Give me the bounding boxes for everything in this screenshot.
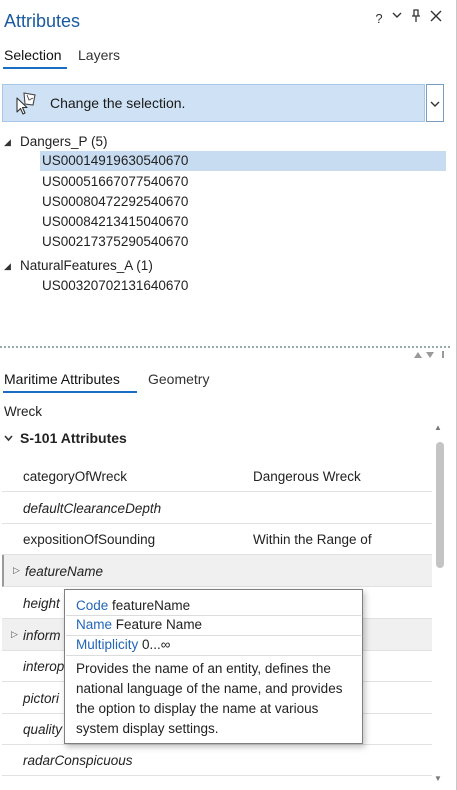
attribute-name: interop [23,659,65,674]
pin-icon [412,9,420,22]
title-bar: Attributes ? [0,0,457,42]
tooltip-name-value: Feature Name [115,617,203,632]
selection-dropdown-button[interactable] [426,84,444,122]
scroll-down-arrow[interactable]: ▼ [434,774,442,783]
attribute-row-radarconspicuous[interactable]: radarConspicuous [2,744,432,776]
tree-item[interactable]: US00320702131640670 [40,276,446,296]
tree-item[interactable]: US00217375290540670 [40,232,446,252]
close-icon [430,10,442,22]
attribute-name: pictori [23,691,60,706]
tree-item[interactable]: US00051667077540670 [40,172,446,192]
tab-geometry[interactable]: Geometry [148,371,209,387]
tooltip-divider [66,655,361,656]
pane-title: Attributes [4,11,81,31]
expand-arrow-icon[interactable]: ▷ [13,565,20,576]
close-button[interactable] [428,10,444,25]
tree-item[interactable]: US00014919630540670 [40,151,446,171]
attribute-name: quality [23,722,63,737]
attribute-row-expositionofsounding[interactable]: expositionOfSounding Within the Range of [2,523,432,555]
tooltip-description: Provides the name of an entity, defines … [76,661,343,736]
chevron-down-icon [392,12,402,18]
tree-item[interactable]: US00084213415040670 [40,212,446,232]
attribute-value[interactable]: Within the Range of [253,532,372,547]
chevron-down-icon [4,435,13,442]
tab-selection-underline [3,67,67,69]
attribute-name: expositionOfSounding [23,532,156,547]
collapse-arrow-icon[interactable]: ◢ [4,261,11,272]
attributes-pane: Attributes ? Selection Layers Change the… [0,0,457,790]
auto-hide-button[interactable] [408,9,424,26]
tab-maritime-attributes[interactable]: Maritime Attributes [4,371,120,387]
splitter-grip [0,346,450,348]
tab-layers[interactable]: Layers [78,47,120,63]
help-button[interactable]: ? [371,11,387,26]
attribute-name: featureName [25,564,104,579]
tooltip-code-value: featureName [112,598,191,613]
tooltip-name-key: Name [76,617,113,632]
tooltip-code-key: Code [76,598,109,613]
splitter-arrows-icon [414,351,444,358]
feature-class-label: Wreck [4,404,43,419]
tooltip-multiplicity-line: Multiplicity 0...∞ [76,637,170,652]
select-cursor-icon [16,92,36,115]
tree-group-dangers[interactable]: Dangers_P (5) [20,134,108,149]
options-menu-button[interactable] [389,9,405,24]
scrollbar-thumb[interactable] [436,442,444,568]
tab-maritime-underline [3,391,137,393]
change-selection-button[interactable]: Change the selection. [2,84,425,122]
attribute-row-defaultclearancedepth[interactable]: defaultClearanceDepth [2,492,432,524]
attribute-name: height [23,596,60,611]
pane-splitter[interactable] [0,346,450,360]
attribute-group-label: S-101 Attributes [20,430,127,446]
change-selection-label: Change the selection. [50,95,186,111]
attribute-name: categoryOfWreck [23,469,128,484]
tooltip-divider [66,615,361,616]
attribute-value[interactable]: Dangerous Wreck [253,469,361,484]
attribute-name: inform [23,628,61,643]
chevron-down-icon [430,101,440,107]
attribute-row-categoryofwreck[interactable]: categoryOfWreck Dangerous Wreck [2,460,432,492]
attribute-name: defaultClearanceDepth [23,501,162,516]
tree-item[interactable]: US00080472292540670 [40,192,446,212]
tooltip-multiplicity-key: Multiplicity [76,637,139,652]
tree-group-naturalfeatures[interactable]: NaturalFeatures_A (1) [20,258,153,273]
tooltip-divider [66,635,361,636]
scroll-up-arrow[interactable]: ▲ [434,423,442,432]
tooltip-multiplicity-value: 0...∞ [142,637,171,652]
tooltip-name-line: Name Feature Name [76,617,202,632]
attribute-name: radarConspicuous [23,753,133,768]
expand-arrow-icon[interactable]: ▷ [11,629,18,640]
attribute-row-featurename[interactable]: ▷ featureName [2,555,432,587]
tooltip-code-line: Code featureName [76,598,190,613]
collapse-arrow-icon[interactable]: ◢ [4,137,11,148]
tab-selection[interactable]: Selection [4,47,62,63]
attribute-tooltip: Code featureName Name Feature Name Multi… [64,589,363,744]
